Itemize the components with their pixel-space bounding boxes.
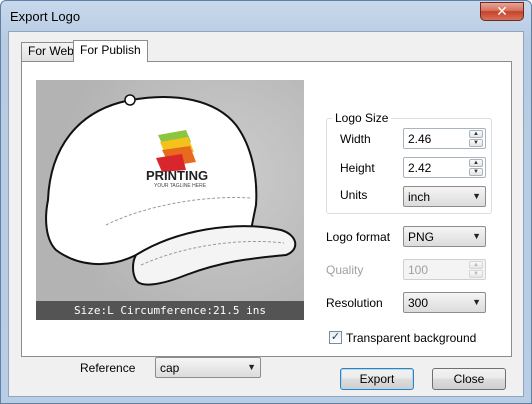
logo-format-select[interactable]: PNG ▼ <box>403 226 486 247</box>
cap-image <box>45 94 297 286</box>
tab-for-publish-label: For Publish <box>80 43 141 57</box>
quality-decrement-button[interactable]: ▼ <box>469 270 483 278</box>
chevron-down-icon: ▼ <box>472 191 481 201</box>
quality-value: 100 <box>408 263 429 277</box>
reference-label: Reference <box>80 361 136 375</box>
cap-button <box>124 94 136 106</box>
dialog-client-area: For Web For Publish PRINTING YOUR TAGLIN… <box>8 31 524 397</box>
height-increment-button[interactable]: ▲ <box>469 159 483 167</box>
resolution-label: Resolution <box>326 296 383 310</box>
units-label: Units <box>340 188 368 202</box>
tab-for-web[interactable]: For Web <box>21 42 81 61</box>
for-publish-tab-page: PRINTING YOUR TAGLINE HERE Size:L Circum… <box>21 61 512 378</box>
chevron-down-icon: ▼ <box>472 297 481 307</box>
quality-label: Quality <box>326 263 364 277</box>
close-icon: ✕ <box>496 3 508 19</box>
height-spinbox[interactable]: 2.42 ▲ ▼ <box>403 157 486 178</box>
tab-for-web-label: For Web <box>28 44 74 58</box>
logo-format-value: PNG <box>408 230 435 244</box>
width-value: 2.46 <box>408 132 432 146</box>
window-title: Export Logo <box>10 9 81 24</box>
resolution-value: 300 <box>408 296 429 310</box>
export-logo-dialog: Export Logo ✕ For Web For Publish PRINTI… <box>0 0 532 404</box>
transparent-background-label[interactable]: Transparent background <box>346 331 476 345</box>
chevron-down-icon: ▼ <box>247 362 256 372</box>
width-label: Width <box>340 132 371 146</box>
quality-spinbox[interactable]: 100 ▲ ▼ <box>403 259 486 280</box>
resolution-select[interactable]: 300 ▼ <box>403 292 486 313</box>
title-bar[interactable]: Export Logo ✕ <box>1 1 531 31</box>
reference-value: cap <box>160 361 180 375</box>
checkmark-icon: ✓ <box>330 331 341 343</box>
export-button-label: Export <box>359 372 395 386</box>
reference-select[interactable]: cap ▼ <box>155 357 261 378</box>
logo-size-legend: Logo Size <box>332 111 392 125</box>
quality-increment-button[interactable]: ▲ <box>469 261 483 269</box>
width-decrement-button[interactable]: ▼ <box>469 139 483 147</box>
units-value: inch <box>408 190 431 204</box>
window-close-button[interactable]: ✕ <box>480 2 524 21</box>
export-button[interactable]: Export <box>340 368 414 390</box>
close-button[interactable]: Close <box>432 368 506 390</box>
chevron-down-icon: ▼ <box>472 231 481 241</box>
logo-format-label: Logo format <box>326 230 391 244</box>
close-button-label: Close <box>453 372 485 386</box>
transparent-background-checkbox[interactable]: ✓ <box>329 331 342 344</box>
tab-for-publish[interactable]: For Publish <box>73 40 148 62</box>
width-spinbox[interactable]: 2.46 ▲ ▼ <box>403 128 486 149</box>
width-increment-button[interactable]: ▲ <box>469 130 483 138</box>
cap-preview: PRINTING YOUR TAGLINE HERE Size:L Circum… <box>36 80 304 320</box>
logo-tagline: YOUR TAGLINE HERE <box>154 183 207 189</box>
units-select[interactable]: inch ▼ <box>403 186 486 207</box>
height-decrement-button[interactable]: ▼ <box>469 168 483 176</box>
logo-text: PRINTING <box>146 168 209 183</box>
height-label: Height <box>340 161 375 175</box>
height-value: 2.42 <box>408 161 432 175</box>
preview-size-status: Size:L Circumference:21.5 ins <box>36 301 304 320</box>
